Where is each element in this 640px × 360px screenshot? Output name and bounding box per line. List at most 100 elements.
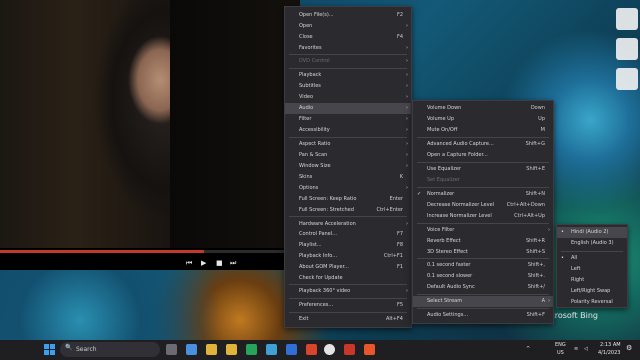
main-menu-item[interactable]: Playback › — [285, 70, 411, 81]
stream-menu-item[interactable]: English (Audio 3) — [557, 238, 627, 249]
audio-menu-item[interactable]: Decrease Normalizer Level Ctrl+Alt+Down — [413, 200, 553, 211]
menu-separator — [289, 312, 407, 313]
task-view-icon[interactable] — [166, 344, 177, 355]
audio-menu-item[interactable]: 0.1 second slower Shift+. — [413, 271, 553, 282]
main-menu-item[interactable]: Playback Info... Ctrl+F1 — [285, 251, 411, 262]
main-menu-item[interactable]: Accessibility › — [285, 125, 411, 136]
edge-icon[interactable] — [286, 344, 297, 355]
audio-menu-item-label: Volume Down — [427, 105, 462, 111]
main-menu-item[interactable]: Full Screen: Keep Ratio Enter — [285, 194, 411, 205]
desktop-icon[interactable] — [616, 38, 638, 60]
menu-separator — [417, 187, 549, 188]
audio-menu-item[interactable]: Advanced Audio Capture... Shift+G — [413, 139, 553, 150]
submenu-arrow-icon: › — [406, 141, 408, 147]
audio-menu-item[interactable]: Select Stream A › — [413, 296, 553, 307]
audio-menu-item[interactable]: Volume Down Down — [413, 103, 553, 114]
app-icon[interactable] — [266, 344, 277, 355]
main-menu-item[interactable]: Preferences... F5 — [285, 300, 411, 311]
submenu-arrow-icon: › — [548, 298, 550, 304]
main-menu-item-label: Skins — [299, 174, 313, 180]
audio-menu-item[interactable]: Volume Up Up — [413, 114, 553, 125]
main-menu-item-label: Preferences... — [299, 302, 334, 308]
audio-menu-item-label: Volume Up — [427, 116, 455, 122]
previous-icon[interactable]: ⏮ — [186, 259, 192, 268]
sticky-notes-icon[interactable] — [226, 344, 237, 355]
main-menu-item[interactable]: Video › — [285, 92, 411, 103]
audio-menu-item[interactable]: Mute On/Off M — [413, 125, 553, 136]
desktop-icon[interactable] — [616, 68, 638, 90]
main-menu-item-label: About GOM Player... — [299, 264, 349, 270]
shortcut-label: Shift+N — [525, 191, 545, 197]
file-explorer-icon[interactable] — [186, 344, 197, 355]
clock-date[interactable]: 4/1/2023 — [598, 350, 620, 356]
main-menu-item[interactable]: Full Screen: Stretched Ctrl+Enter — [285, 205, 411, 216]
next-icon[interactable]: ⏭ — [230, 259, 236, 268]
folder-icon[interactable] — [206, 344, 217, 355]
app-icon[interactable] — [344, 344, 355, 355]
main-menu-item-label: DVD Control — [299, 58, 330, 64]
stream-menu-item[interactable]: Left — [557, 264, 627, 275]
windows-start-icon[interactable] — [44, 344, 55, 355]
main-menu-item[interactable]: About GOM Player... F1 — [285, 262, 411, 273]
audio-menu-item[interactable]: 0.1 second faster Shift+, — [413, 260, 553, 271]
main-menu-item[interactable]: Close F4 — [285, 32, 411, 43]
main-menu-item[interactable]: Playback 360° video › — [285, 286, 411, 297]
main-menu-item[interactable]: Exit Alt+F4 — [285, 314, 411, 325]
main-menu-item[interactable]: Options › — [285, 183, 411, 194]
audio-menu-item[interactable]: Open a Capture Folder... — [413, 150, 553, 161]
main-menu-item-label: Playlist... — [299, 242, 322, 248]
audio-menu-item[interactable]: Audio Settings... Shift+F — [413, 310, 553, 321]
main-menu-item[interactable]: Control Panel... F7 — [285, 229, 411, 240]
audio-menu-item[interactable]: Use Equalizer Shift+E — [413, 164, 553, 175]
main-menu-item[interactable]: Subtitles › — [285, 81, 411, 92]
stream-menu-item[interactable]: • All — [557, 253, 627, 264]
taskbar-search-box[interactable]: 🔍 Search — [60, 342, 160, 357]
stop-icon[interactable]: ■ — [216, 259, 223, 267]
volume-icon[interactable]: ◁ — [584, 346, 588, 352]
stream-menu-item[interactable]: • Hindi (Audio 2) — [557, 227, 627, 238]
main-menu-item[interactable]: Skins K — [285, 172, 411, 183]
gom-player-icon[interactable] — [364, 344, 375, 355]
main-menu-item-label: Exit — [299, 316, 309, 322]
audio-menu-item[interactable]: 3D Stereo Effect Shift+S — [413, 247, 553, 258]
stream-menu-item[interactable]: Polarity Reversal — [557, 297, 627, 308]
stream-menu-item[interactable]: Right — [557, 275, 627, 286]
audio-menu-item[interactable]: Reverb Effect Shift+R — [413, 236, 553, 247]
stream-menu-item-label: English (Audio 3) — [571, 240, 614, 246]
main-menu-item[interactable]: DVD Control › — [285, 56, 411, 67]
excel-icon[interactable] — [246, 344, 257, 355]
audio-menu-item[interactable]: ✓ Normalizer Shift+N — [413, 189, 553, 200]
app-icon[interactable] — [306, 344, 317, 355]
play-icon[interactable]: ▶ — [201, 259, 206, 267]
audio-menu-item[interactable]: Set Equalizer — [413, 175, 553, 186]
tray-chevron-icon[interactable]: ^ — [526, 346, 530, 352]
main-menu-item[interactable]: Check for Update — [285, 273, 411, 284]
submenu-arrow-icon: › — [406, 152, 408, 158]
language-indicator[interactable]: ENG — [555, 342, 566, 348]
main-menu-item[interactable]: Window Size › — [285, 161, 411, 172]
main-menu-item[interactable]: Open › — [285, 21, 411, 32]
audio-menu-item[interactable]: Increase Normalizer Level Ctrl+Alt+Up — [413, 211, 553, 222]
main-menu-item[interactable]: Audio › — [285, 103, 411, 114]
main-menu-item-label: Playback — [299, 72, 322, 78]
main-menu-item[interactable]: Aspect Ratio › — [285, 139, 411, 150]
notification-icon[interactable]: ⚙ — [626, 344, 632, 352]
audio-menu-item[interactable]: Default Audio Sync Shift+/ — [413, 282, 553, 293]
audio-menu-item-label: Increase Normalizer Level — [427, 213, 492, 219]
video-dark-region — [170, 0, 300, 248]
shortcut-label: F5 — [396, 302, 403, 308]
main-menu-item[interactable]: Favorites › — [285, 43, 411, 54]
main-menu-item-label: Options — [299, 185, 319, 191]
stream-menu-item[interactable]: Left/Right Swap — [557, 286, 627, 297]
video-player-window[interactable]: ⏮ ▶ ■ ⏭ — [0, 0, 300, 270]
wifi-icon[interactable]: ≋ — [574, 346, 578, 352]
chrome-icon[interactable] — [324, 344, 335, 355]
main-menu-item-label: Video — [299, 94, 314, 100]
audio-menu-item[interactable]: Voice Filter › — [413, 225, 553, 236]
main-menu-item[interactable]: Filter › — [285, 114, 411, 125]
clock-time[interactable]: 2:13 AM — [600, 342, 621, 348]
main-menu-item[interactable]: Pan & Scan › — [285, 150, 411, 161]
desktop-icon[interactable] — [616, 8, 638, 30]
main-menu-item[interactable]: Playlist... F8 — [285, 240, 411, 251]
main-menu-item[interactable]: Open File(s)... F2 — [285, 10, 411, 21]
